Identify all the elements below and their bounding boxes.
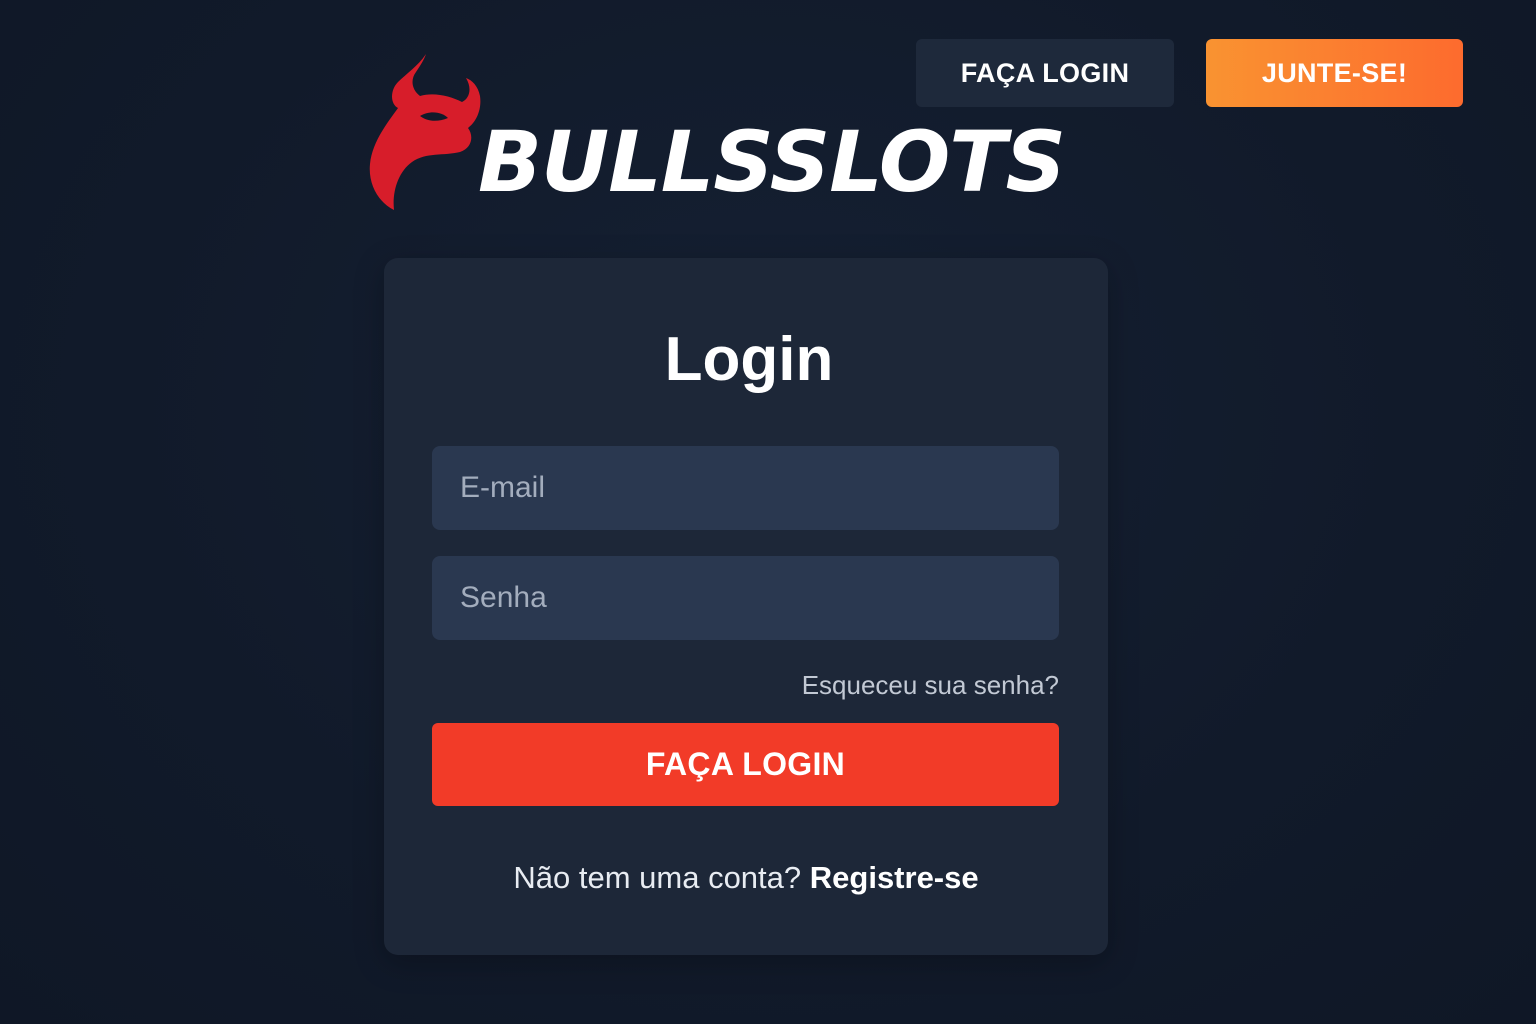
- register-link[interactable]: Registre-se: [810, 860, 979, 895]
- login-submit-button[interactable]: FAÇA LOGIN: [432, 723, 1059, 806]
- brand-name: BULLSSLOTS: [478, 113, 1066, 211]
- email-input[interactable]: [432, 446, 1059, 530]
- login-page: FAÇA LOGIN JUNTE-SE! BULLSSLOTS Login Es…: [0, 0, 1536, 1024]
- register-prompt: Não tem uma conta? Registre-se: [384, 856, 1108, 900]
- bull-head-icon: [369, 54, 481, 210]
- login-title: Login: [664, 325, 834, 394]
- password-input[interactable]: [432, 556, 1059, 640]
- join-button[interactable]: JUNTE-SE!: [1206, 39, 1463, 107]
- forgot-password-link[interactable]: Esqueceu sua senha?: [700, 668, 1059, 702]
- no-account-text: Não tem uma conta?: [513, 860, 802, 895]
- brand-logo[interactable]: BULLSSLOTS: [368, 52, 1088, 214]
